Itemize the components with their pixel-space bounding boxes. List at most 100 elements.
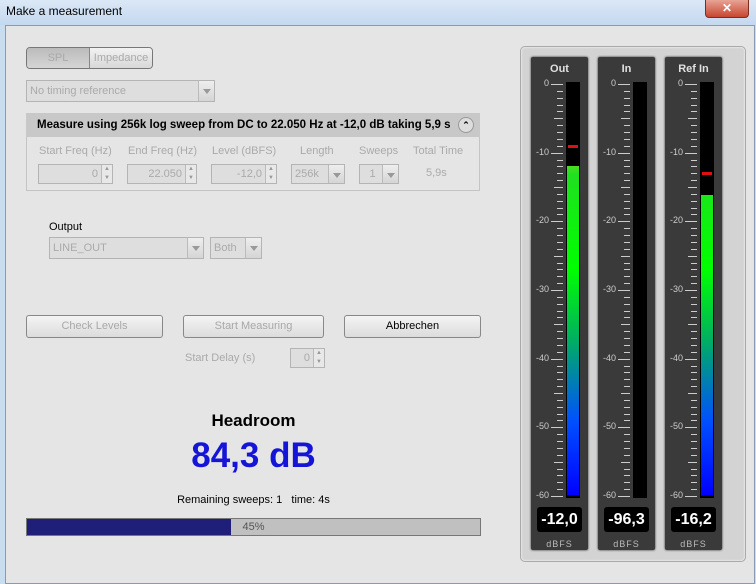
output-device-select[interactable]: LINE_OUT [49,237,204,259]
scale-tick [624,207,630,209]
scale-tick [691,386,697,388]
scale-tick [557,159,563,161]
scale-tick [624,193,630,195]
scale-tick [557,193,563,195]
scale-tick [691,111,697,113]
chevron-down-icon [187,238,203,258]
length-select[interactable]: 256k [291,164,345,184]
scale-tick [691,241,697,243]
mode-impedance[interactable]: Impedance [90,48,152,68]
scale-tick [551,358,563,360]
output-channel-select[interactable]: Both [210,237,262,259]
spinner-icon[interactable]: ▲ ▼ [265,165,276,183]
mode-spl[interactable]: SPL [27,48,90,68]
scale-tick [691,269,697,271]
scale-label: -60 [669,490,683,500]
scale-tick [691,441,697,443]
scale-tick [624,97,630,99]
mode-toggle[interactable]: SPL Impedance [26,47,153,69]
chevron-down-icon [382,165,398,183]
scale-tick [557,310,563,312]
meter-bar [566,82,580,498]
end-freq-input[interactable]: 22.050 ▲ ▼ [127,164,197,184]
close-button[interactable]: ✕ [705,0,749,18]
scale-label: -40 [535,352,549,363]
scale-tick [557,214,563,216]
scale-tick [557,97,563,99]
scale-tick [557,331,563,333]
scale-tick [691,482,697,484]
scale-tick [624,331,630,333]
level-value: -12,0 [236,168,262,180]
scale-tick [691,454,697,456]
collapse-icon[interactable]: ⌃ [458,117,474,133]
start-freq-label: Start Freq (Hz) [39,145,112,157]
scale-tick [624,447,630,449]
scale-tick [557,262,563,264]
spinner-icon[interactable]: ▲ ▼ [101,165,112,183]
scale-tick [557,344,563,346]
spinner-icon[interactable]: ▲ ▼ [313,349,324,367]
sweeps-select[interactable]: 1 [359,164,399,184]
scale-label: -30 [535,284,549,294]
scale-tick [691,166,697,168]
scale-tick [557,482,563,484]
check-levels-button[interactable]: Check Levels [26,315,163,338]
scale-tick [691,399,697,401]
scale-tick [557,166,563,168]
level-input[interactable]: -12,0 ▲ ▼ [211,164,277,184]
scale-tick [557,228,563,230]
scale-tick [551,290,563,291]
scale-tick [691,125,697,127]
scale-tick [621,461,630,463]
scale-tick [691,420,697,422]
scale-tick [691,331,697,333]
scale-tick [557,317,563,319]
measure-summary: Measure using 256k log sweep from DC to … [37,119,451,131]
scale-tick [691,193,697,195]
scale-label: -40 [602,352,616,363]
scale-tick [618,84,630,85]
total-time-label: Total Time [413,145,464,157]
meter-title: Ref In [678,63,709,75]
scale-tick [624,235,630,237]
timing-reference-select[interactable]: No timing reference [26,80,215,102]
scale-tick [557,386,563,388]
scale-tick [691,303,697,305]
headroom-label: Headroom [211,411,296,430]
end-freq-label: End Freq (Hz) [128,145,198,157]
scale-tick [557,180,563,182]
start-delay-value: 0 [303,352,310,364]
scale-tick [554,187,563,188]
scale-tick [624,228,630,230]
scale-tick [624,441,630,443]
scale-tick [557,406,563,408]
scale-tick [557,104,563,106]
scale-label: 0 [543,78,549,88]
scale-tick [621,393,630,394]
start-measuring-button[interactable]: Start Measuring [183,315,324,338]
scale-tick [624,248,630,250]
scale-tick [624,283,630,285]
scale-tick [624,132,630,134]
start-delay-input[interactable]: 0 ▲ ▼ [290,348,325,368]
scale-tick [624,365,630,367]
scale-label: -50 [535,421,549,432]
scale-tick [691,365,697,367]
scale-tick [624,303,630,305]
scale-tick [624,166,630,168]
dialog-body: SPL Impedance No timing reference Measur… [5,25,755,584]
scale-tick [691,317,697,319]
scale-tick [557,351,563,353]
scale-tick [557,372,563,374]
progress-label: 45% [242,521,265,533]
scale-tick [685,358,697,360]
spinner-icon[interactable]: ▲ ▼ [185,165,196,183]
scale-tick [557,269,563,271]
start-freq-input[interactable]: 0 ▲ ▼ [38,164,113,184]
scale-tick [624,90,630,92]
scale-label: -40 [669,352,683,363]
cancel-button[interactable]: Abbrechen [344,315,481,338]
scale-tick [691,447,697,449]
remaining-status: Remaining sweeps: 1 time: 4s [177,494,330,506]
